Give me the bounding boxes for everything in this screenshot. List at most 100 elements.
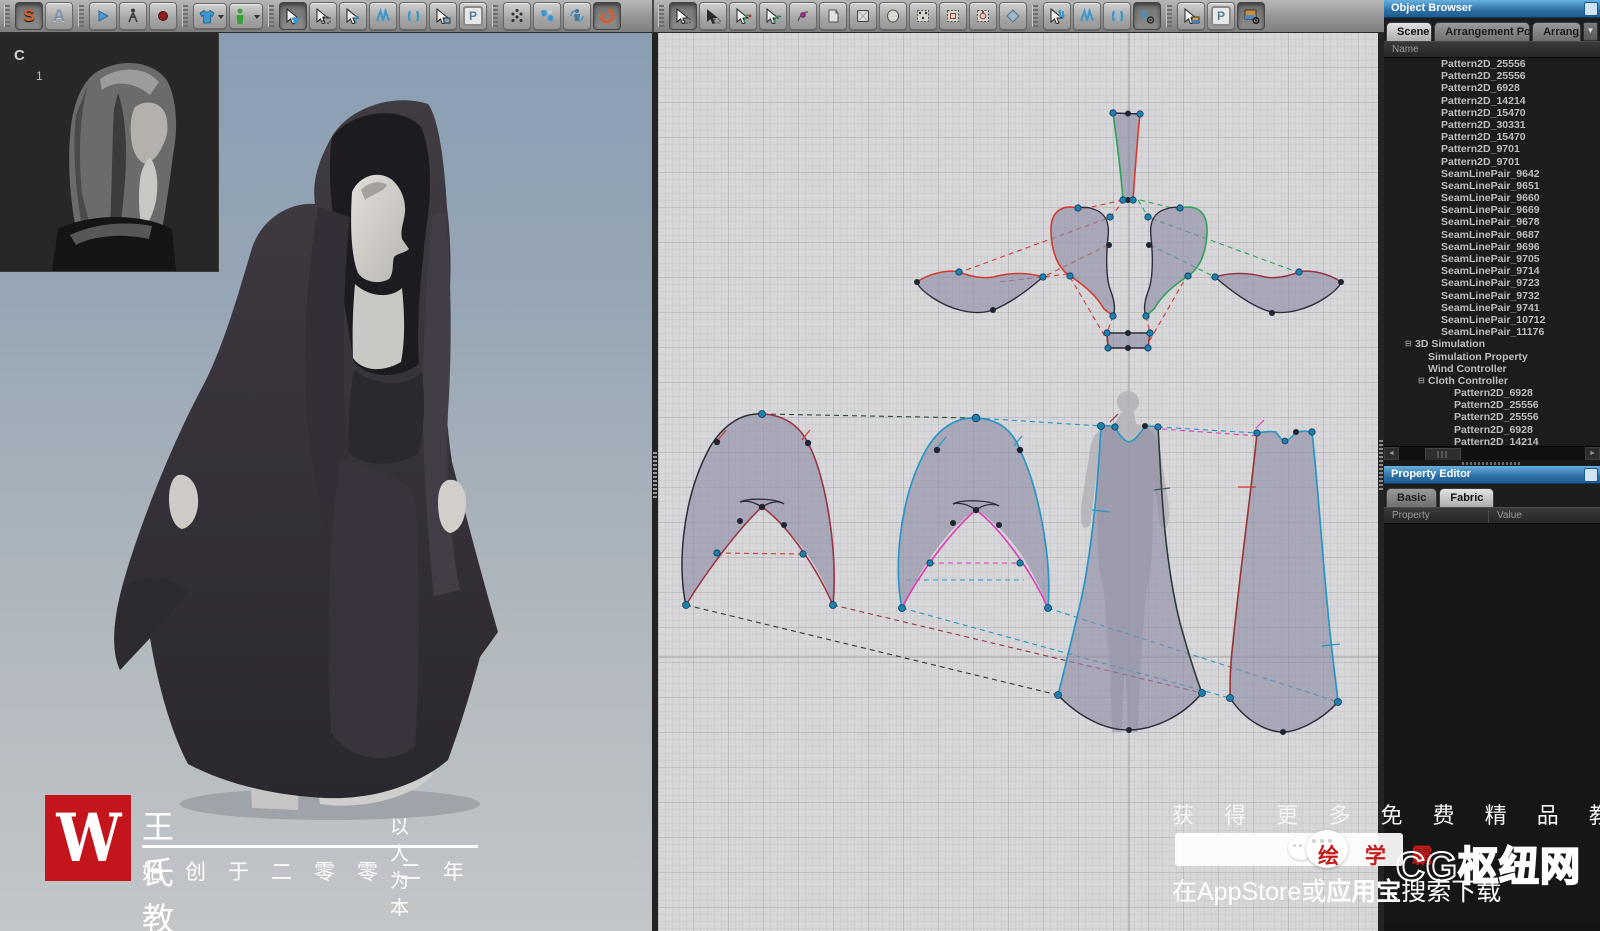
tree-item[interactable]: SeamLinePair_9696 — [1384, 241, 1600, 253]
tree-item[interactable]: Pattern2D_25556 — [1384, 58, 1600, 70]
object-browser-tab[interactable]: Scene — [1386, 22, 1433, 41]
viewport-divider[interactable] — [652, 32, 658, 931]
tree-item[interactable]: Pattern2D_6928 — [1384, 387, 1600, 399]
tree-item[interactable]: SeamLinePair_9705 — [1384, 253, 1600, 265]
tree-item-label: SeamLinePair_11176 — [1441, 326, 1545, 339]
free-sewing-3d-button[interactable] — [399, 2, 427, 30]
round-dart-tool-button[interactable] — [969, 2, 997, 30]
tree-item[interactable]: SeamLinePair_9723 — [1384, 277, 1600, 289]
animation-toggle-button[interactable]: A — [45, 2, 73, 30]
tree-item[interactable]: Pattern2D_9701 — [1384, 156, 1600, 168]
toolbar-grip[interactable] — [1166, 5, 1172, 27]
edit-curvature-button[interactable] — [729, 2, 757, 30]
polygon-tool-button[interactable] — [819, 2, 847, 30]
tree-expander-icon[interactable]: ⊟ — [1405, 338, 1415, 350]
tree-item[interactable]: Pattern2D_14214 — [1384, 95, 1600, 107]
right-panel-splitter[interactable] — [1378, 0, 1384, 931]
tree-item[interactable]: SeamLinePair_9678 — [1384, 216, 1600, 228]
viewport-2d-patterns[interactable] — [658, 32, 1384, 931]
tree-item[interactable]: SeamLinePair_9642 — [1384, 168, 1600, 180]
record-button[interactable] — [149, 2, 177, 30]
pattern-thumbnail-button[interactable]: P — [459, 2, 487, 30]
simulate-toggle-button[interactable]: S — [15, 2, 43, 30]
tree-item[interactable]: SeamLinePair_10712 — [1384, 314, 1600, 326]
tree-item[interactable]: Pattern2D_6928 — [1384, 424, 1600, 436]
tree-item[interactable]: SeamLinePair_9651 — [1384, 180, 1600, 192]
tab-scroll-button[interactable]: ▼ — [1583, 22, 1598, 41]
rectangle-tool-button[interactable] — [849, 2, 877, 30]
select-move-3d-button[interactable] — [279, 2, 307, 30]
toolbar-grip[interactable] — [492, 5, 498, 27]
object-browser-tab[interactable]: Arrang — [1532, 22, 1581, 41]
property-editor-tab[interactable]: Basic — [1386, 488, 1438, 507]
scrollbar-track[interactable] — [1399, 448, 1585, 461]
show-pattern-pieces-button[interactable] — [533, 2, 561, 30]
m-sewing-button[interactable] — [1073, 2, 1101, 30]
tree-item[interactable]: Pattern2D_14214 — [1384, 436, 1600, 446]
tree-item[interactable]: Pattern2D_15470 — [1384, 131, 1600, 143]
tree-item[interactable]: Pattern2D_25556 — [1384, 411, 1600, 423]
texture-editor-button[interactable] — [1237, 2, 1265, 30]
show-garment-button[interactable] — [193, 3, 227, 29]
property-editor-tab[interactable]: Fabric — [1439, 488, 1495, 507]
pattern-thumbnail-2d-button[interactable]: P — [1207, 2, 1235, 30]
tree-item[interactable]: ⊟ Cloth Controller — [1384, 375, 1600, 387]
tree-item-label: Pattern2D_25556 — [1454, 399, 1539, 412]
scroll-right-icon[interactable]: ► — [1585, 447, 1600, 460]
transform-pattern-button[interactable] — [669, 2, 697, 30]
tree-item[interactable]: SeamLinePair_11176 — [1384, 326, 1600, 338]
panel-collapse-icon[interactable] — [1584, 2, 1598, 16]
tree-item[interactable]: Pattern2D_6928 — [1384, 82, 1600, 94]
arrangement-points-button[interactable] — [503, 2, 531, 30]
show-avatar-button[interactable] — [229, 3, 263, 29]
segment-sewing-3d-button[interactable] — [369, 2, 397, 30]
divider-handle-icon[interactable] — [653, 452, 657, 498]
object-browser-hscrollbar[interactable]: ◄ ► — [1384, 446, 1600, 461]
tree-item[interactable]: SeamLinePair_9669 — [1384, 204, 1600, 216]
toolbar-grip[interactable] — [268, 5, 274, 27]
splitter-handle-icon[interactable] — [1379, 440, 1383, 490]
tree-item[interactable]: Simulation Property — [1384, 351, 1600, 363]
tree-item[interactable]: SeamLinePair_9741 — [1384, 302, 1600, 314]
play-button[interactable] — [89, 2, 117, 30]
tree-expander-icon[interactable]: ⊟ — [1418, 375, 1428, 387]
toolbar-grip[interactable] — [182, 5, 188, 27]
edit-sewing-button[interactable] — [1133, 2, 1161, 30]
edit-pattern-button[interactable] — [699, 2, 727, 30]
segment-sewing-button[interactable] — [1043, 2, 1071, 30]
toolbar-grip[interactable] — [1032, 5, 1038, 27]
tree-item[interactable]: ⊟ 3D Simulation — [1384, 338, 1600, 350]
reference-label-1: 1 — [36, 69, 43, 83]
scroll-left-icon[interactable]: ◄ — [1384, 447, 1399, 460]
toolbar-grip[interactable] — [78, 5, 84, 27]
toolbar-grip[interactable] — [4, 5, 10, 27]
panel-collapse-icon[interactable] — [1584, 468, 1598, 482]
rect-dart-tool-button[interactable] — [939, 2, 967, 30]
ellipse-tool-button[interactable] — [879, 2, 907, 30]
avatar-display-button[interactable] — [563, 2, 591, 30]
tree-item[interactable]: Pattern2D_30331 — [1384, 119, 1600, 131]
walk-avatar-button[interactable] — [119, 2, 147, 30]
add-point-button[interactable] — [789, 2, 817, 30]
avatar-display-icon — [570, 9, 584, 22]
tree-item[interactable]: Pattern2D_9701 — [1384, 143, 1600, 155]
toolbar-grip[interactable] — [658, 5, 664, 27]
tree-item[interactable]: SeamLinePair_9687 — [1384, 229, 1600, 241]
select-pin-button[interactable] — [429, 2, 457, 30]
edit-curve-point-button[interactable] — [759, 2, 787, 30]
diamond-dart-tool-button[interactable] — [999, 2, 1027, 30]
tree-item[interactable]: Pattern2D_25556 — [1384, 399, 1600, 411]
object-browser-tab[interactable]: Arrangement Point — [1434, 22, 1531, 41]
select-box-3d-button[interactable] — [309, 2, 337, 30]
tree-item[interactable]: SeamLinePair_9660 — [1384, 192, 1600, 204]
pin-tool-button[interactable] — [339, 2, 367, 30]
tree-item[interactable]: SeamLinePair_9714 — [1384, 265, 1600, 277]
sync-garment-button[interactable] — [593, 2, 621, 30]
tree-item[interactable]: Wind Controller — [1384, 363, 1600, 375]
tree-item[interactable]: Pattern2D_25556 — [1384, 70, 1600, 82]
tree-item[interactable]: SeamLinePair_9732 — [1384, 290, 1600, 302]
tree-item[interactable]: Pattern2D_15470 — [1384, 107, 1600, 119]
select-texture-button[interactable] — [1177, 2, 1205, 30]
free-sewing-button[interactable] — [1103, 2, 1131, 30]
dart-tool-button[interactable] — [909, 2, 937, 30]
